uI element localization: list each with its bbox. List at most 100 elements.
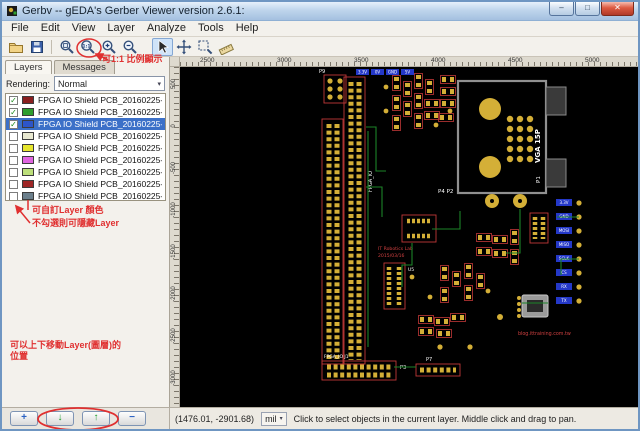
pcb-header-strips: FPGA_IO: [321, 76, 374, 365]
ruler-tick-label: 5000: [585, 57, 600, 64]
pcb-net-label-column: 3.3V GND MOSI MISO SCLK CS RX TX: [556, 199, 582, 304]
layer-label: FPGA IO Shield PCB_20160225-: [38, 167, 162, 177]
layer-list: ✓ FPGA IO Shield PCB_20160225- ✓ FPGA IO…: [5, 93, 166, 201]
menu-view[interactable]: View: [66, 21, 102, 36]
layer-color-swatch[interactable]: [22, 156, 34, 164]
layer-label: FPGA IO Shield PCB_20160225-: [38, 155, 162, 165]
layer-visibility-checkbox[interactable]: ✓: [9, 107, 18, 117]
layer-visibility-checkbox[interactable]: [9, 143, 18, 153]
units-select[interactable]: mil ▾: [261, 411, 287, 426]
close-button[interactable]: ✕: [601, 2, 634, 16]
layer-color-swatch[interactable]: [22, 96, 34, 104]
gerbv-window: Gerbv -- gEDA's Gerber Viewer version 2.…: [0, 0, 640, 431]
ruler-tick-label: 4500: [508, 57, 523, 64]
tab-layers[interactable]: Layers: [5, 60, 52, 74]
layer-color-swatch[interactable]: [22, 108, 34, 116]
zoom-1to1-icon[interactable]: 1:1: [77, 38, 98, 56]
menu-file[interactable]: File: [5, 21, 35, 36]
minimize-button[interactable]: –: [549, 2, 574, 16]
annotation-hide-note: 不勾選則可隱藏Layer: [32, 218, 120, 228]
ruler-tick-label: 2500: [200, 57, 215, 64]
rendering-select[interactable]: Normal ▾: [54, 76, 165, 91]
layer-row[interactable]: FPGA IO Shield PCB_20160225-: [6, 154, 165, 166]
layer-row[interactable]: FPGA IO Shield PCB_20160225-: [6, 130, 165, 142]
maximize-button[interactable]: □: [575, 2, 600, 16]
menu-edit[interactable]: Edit: [35, 21, 66, 36]
layer-color-swatch[interactable]: [22, 120, 34, 128]
layer-visibility-checkbox[interactable]: ✓: [9, 119, 18, 129]
chevron-down-icon: ▾: [157, 80, 161, 88]
svg-text:IT Robotics Lab: IT Robotics Lab: [378, 246, 413, 252]
svg-text:FPGA_IO J1: FPGA_IO J1: [324, 354, 349, 360]
pcb-mount-pads: P4 P2: [438, 189, 527, 208]
pcb-vga-connector: VGA 15P P1: [456, 79, 567, 195]
layer-label: FPGA IO Shield PCB_20160225-: [38, 143, 162, 153]
remove-layer-button[interactable]: −: [118, 411, 146, 426]
app-icon: [7, 6, 17, 16]
svg-text:2015/03/16: 2015/03/16: [378, 253, 405, 259]
menu-help[interactable]: Help: [230, 21, 265, 36]
pcb-top-net-tags: 3.3V 0V GND 5V: [356, 69, 414, 75]
window-controls: – □ ✕: [548, 2, 634, 20]
layer-row[interactable]: FPGA IO Shield PCB_20160225-: [6, 142, 165, 154]
svg-text:VGA 15P: VGA 15P: [534, 129, 542, 163]
rendering-value: Normal: [58, 78, 88, 89]
add-layer-button[interactable]: +: [10, 411, 38, 426]
annotation-zoom-note: 可1:1 比例顯示: [102, 54, 163, 64]
layer-row[interactable]: FPGA IO Shield PCB_20160225-: [6, 178, 165, 190]
ruler-tick-label: 4000: [431, 57, 446, 64]
layer-visibility-checkbox[interactable]: [9, 167, 18, 177]
move-layer-down-button[interactable]: ↓: [46, 411, 74, 426]
layer-row[interactable]: FPGA IO Shield PCB_20160225-: [6, 166, 165, 178]
layer-buttons: + ↓ ↑ −: [2, 408, 170, 429]
layer-color-swatch[interactable]: [22, 168, 34, 176]
layer-label: FPGA IO Shield PCB_20160225-: [38, 131, 162, 141]
zoom-box-tool-icon[interactable]: [194, 38, 215, 56]
statusbar: (1476.01, -2901.68) mil ▾ Click to selec…: [170, 408, 638, 429]
layer-visibility-checkbox[interactable]: [9, 155, 18, 165]
layer-visibility-checkbox[interactable]: ✓: [9, 95, 18, 105]
ruler-tick-label: -1500: [171, 244, 177, 260]
ruler-tick-label: 500: [171, 79, 177, 90]
zoom-in-icon[interactable]: [98, 38, 119, 56]
layer-color-swatch[interactable]: [22, 132, 34, 140]
pcb-canvas[interactable]: .silk{fill:none;stroke:#c03838;stroke-wi…: [180, 67, 638, 407]
svg-text:blog.ittraining.com.tw: blog.ittraining.com.tw: [518, 331, 571, 337]
svg-text:1:1: 1:1: [82, 43, 90, 49]
layer-row[interactable]: ✓ FPGA IO Shield PCB_20160225-: [6, 94, 165, 106]
layer-color-swatch[interactable]: [22, 192, 34, 200]
layer-visibility-checkbox[interactable]: [9, 191, 18, 200]
save-project-icon[interactable]: [26, 38, 47, 56]
menu-analyze[interactable]: Analyze: [141, 21, 192, 36]
layer-label: FPGA IO Shield PCB_20160225-: [38, 179, 162, 189]
ruler-tick-label: -500: [171, 162, 177, 175]
menu-layer[interactable]: Layer: [101, 21, 141, 36]
svg-text:GND: GND: [388, 70, 397, 75]
cursor-coordinates: (1476.01, -2901.68): [175, 413, 255, 424]
pcb-header-p9: P9: [319, 69, 347, 104]
svg-text:P3: P3: [400, 365, 406, 371]
svg-text:P1: P1: [536, 176, 542, 183]
layer-row-selected[interactable]: ✓ FPGA IO Shield PCB_20160225-: [6, 118, 165, 130]
pan-tool-icon[interactable]: [173, 38, 194, 56]
layer-color-swatch[interactable]: [22, 180, 34, 188]
toolbar: 1:1: [2, 37, 638, 57]
window-title: Gerbv -- gEDA's Gerber Viewer version 2.…: [22, 5, 245, 17]
titlebar: Gerbv -- gEDA's Gerber Viewer version 2.…: [2, 2, 638, 21]
layer-row[interactable]: FPGA IO Shield PCB_20160225-: [6, 190, 165, 200]
measure-tool-icon[interactable]: [215, 38, 236, 56]
menu-tools[interactable]: Tools: [192, 21, 230, 36]
layer-visibility-checkbox[interactable]: [9, 179, 18, 189]
svg-text:3.3V: 3.3V: [358, 70, 367, 75]
layer-visibility-checkbox[interactable]: [9, 131, 18, 141]
zoom-fit-icon[interactable]: [56, 38, 77, 56]
zoom-out-icon[interactable]: [119, 38, 140, 56]
pointer-tool-icon[interactable]: [152, 37, 173, 56]
horizontal-ruler: 2500 3000 3500 4000 4500 5000: [180, 57, 638, 67]
layer-color-swatch[interactable]: [22, 144, 34, 152]
svg-text:FPGA_IO: FPGA_IO: [368, 171, 374, 192]
layer-row[interactable]: ✓ FPGA IO Shield PCB_20160225-: [6, 106, 165, 118]
ruler-tick-label: -2500: [171, 328, 177, 344]
move-layer-up-button[interactable]: ↑: [82, 411, 110, 426]
open-file-icon[interactable]: [5, 38, 26, 56]
